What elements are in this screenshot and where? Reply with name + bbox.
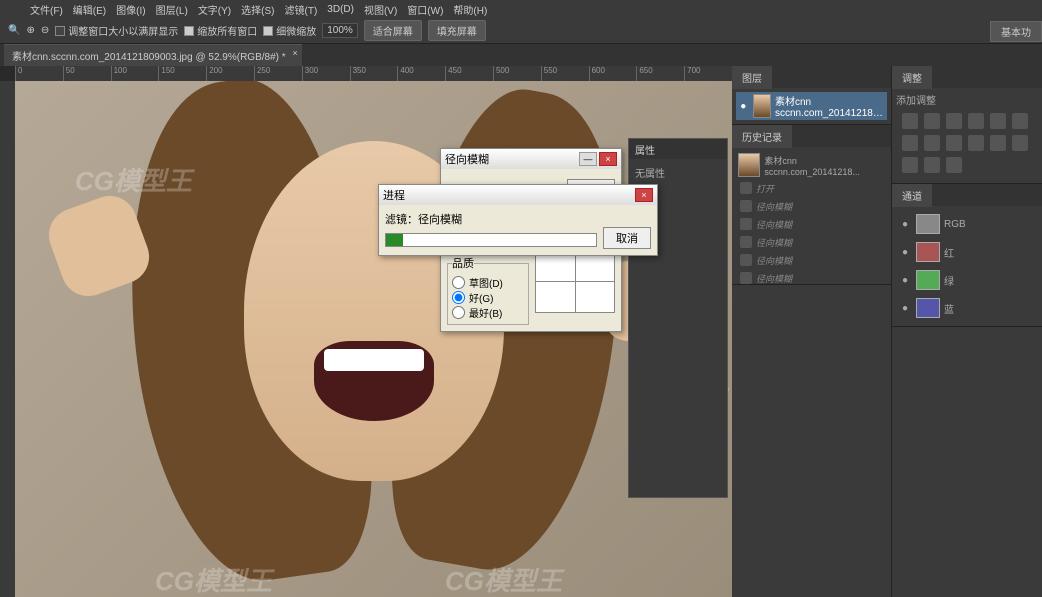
minimize-icon[interactable]: — <box>579 152 597 166</box>
progress-bar <box>385 233 597 247</box>
layer-thumbnail[interactable] <box>753 94 772 118</box>
options-bar: 🔍 ⊕ ⊖ 调整窗口大小以满屏显示 缩放所有窗口 细微缩放 100% 适合屏幕 … <box>0 18 1042 44</box>
history-panel: 历史记录 素材cnn sccnn.com_20141218... 打开 径向模糊… <box>732 125 891 285</box>
adjustments-panel: 调整 添加调整 <box>892 66 1042 184</box>
quality-draft[interactable]: 草图(D) <box>452 275 524 290</box>
menu-view[interactable]: 视图(V) <box>364 2 397 17</box>
zoom-percent[interactable]: 100% <box>322 23 358 38</box>
menu-window[interactable]: 窗口(W) <box>407 2 443 17</box>
ruler-horizontal: 0501001502002503003504004505005506006507… <box>15 66 732 81</box>
history-step[interactable]: 径向模糊 <box>736 215 887 233</box>
menu-image[interactable]: 图像(I) <box>116 2 145 17</box>
layer-row[interactable]: ● 素材cnn sccnn.com_20141218… <box>736 92 887 120</box>
exposure-icon[interactable] <box>968 113 984 129</box>
selective-color-icon[interactable] <box>946 157 962 173</box>
zoom-in-icon[interactable]: ⊕ <box>26 25 34 36</box>
quality-good[interactable]: 好(G) <box>452 290 524 305</box>
layers-panel: 图层 ● 素材cnn sccnn.com_20141218… <box>732 66 891 125</box>
history-step[interactable]: 打开 <box>736 179 887 197</box>
quality-best[interactable]: 最好(B) <box>452 305 524 320</box>
hue-icon[interactable] <box>1012 113 1028 129</box>
dialog-titlebar[interactable]: 进程 × <box>379 185 657 205</box>
progress-label: 滤镜：径向模糊 <box>385 211 651 227</box>
properties-body: 无属性 <box>629 159 727 186</box>
quality-label: 品质 <box>452 255 474 271</box>
close-icon[interactable]: × <box>599 152 617 166</box>
zoom-tool-icon[interactable]: 🔍 <box>8 25 20 36</box>
resize-window-option[interactable]: 调整窗口大小以满屏显示 <box>55 23 178 38</box>
zoom-all-windows-option[interactable]: 缩放所有窗口 <box>184 23 257 38</box>
curves-icon[interactable] <box>946 113 962 129</box>
channel-rgb[interactable]: ●RGB <box>896 210 1038 238</box>
menu-filter[interactable]: 滤镜(T) <box>285 2 318 17</box>
menu-edit[interactable]: 编辑(E) <box>73 2 106 17</box>
layer-name: 素材cnn sccnn.com_20141218… <box>775 93 885 119</box>
dialog-title: 径向模糊 <box>445 151 489 167</box>
progress-dialog: 进程 × 滤镜：径向模糊 取消 <box>378 184 658 256</box>
brightness-icon[interactable] <box>902 113 918 129</box>
tab-title: 素材cnn.sccnn.com_2014121809003.jpg @ 52.9… <box>12 52 286 63</box>
zoom-out-icon[interactable]: ⊖ <box>41 25 49 36</box>
dialog-title: 进程 <box>383 187 405 203</box>
menu-select[interactable]: 选择(S) <box>241 2 274 17</box>
workspace-selector[interactable]: 基本功 <box>990 18 1042 44</box>
blur-center-preview[interactable] <box>535 249 615 313</box>
history-step[interactable]: 径向模糊 <box>736 197 887 215</box>
vibrance-icon[interactable] <box>990 113 1006 129</box>
tab-channels[interactable]: 通道 <box>892 184 932 207</box>
menu-bar: 文件(F) 编辑(E) 图像(I) 图层(L) 文字(Y) 选择(S) 滤镜(T… <box>0 0 1042 18</box>
history-snapshot[interactable]: 素材cnn sccnn.com_20141218... <box>736 151 887 179</box>
channel-red[interactable]: ●红 <box>896 238 1038 266</box>
menu-file[interactable]: 文件(F) <box>30 2 63 17</box>
right-panels: 图层 ● 素材cnn sccnn.com_20141218… 历史记录 素材cn <box>732 66 1042 597</box>
canvas-area: 0501001502002503003504004505005506006507… <box>0 66 732 597</box>
fit-screen-button[interactable]: 适合屏幕 <box>364 20 422 41</box>
color-balance-icon[interactable] <box>902 135 918 151</box>
posterize-icon[interactable] <box>1012 135 1028 151</box>
channel-blue[interactable]: ●蓝 <box>896 294 1038 322</box>
tab-properties[interactable]: 属性 <box>629 139 727 159</box>
menu-layer[interactable]: 图层(L) <box>156 2 188 17</box>
menu-3d[interactable]: 3D(D) <box>327 4 354 15</box>
menu-text[interactable]: 文字(Y) <box>198 2 231 17</box>
snapshot-thumbnail <box>738 153 760 177</box>
history-step[interactable]: 径向模糊 <box>736 233 887 251</box>
tab-history[interactable]: 历史记录 <box>732 125 792 148</box>
menu-help[interactable]: 帮助(H) <box>453 2 487 17</box>
cancel-button[interactable]: 取消 <box>603 227 651 249</box>
photo-filter-icon[interactable] <box>946 135 962 151</box>
ruler-vertical <box>0 81 15 597</box>
invert-icon[interactable] <box>990 135 1006 151</box>
dialog-titlebar[interactable]: 径向模糊 — × <box>441 149 621 169</box>
tab-layers[interactable]: 图层 <box>732 66 772 89</box>
visibility-icon[interactable]: ● <box>738 101 749 112</box>
fill-screen-button[interactable]: 填充屏幕 <box>428 20 486 41</box>
document-tabbar: 素材cnn.sccnn.com_2014121809003.jpg @ 52.9… <box>0 44 1042 66</box>
history-step[interactable]: 径向模糊 <box>736 251 887 269</box>
document-canvas[interactable]: CG模型王 CG模型王 CG模型王 CG模型王 <box>15 81 732 597</box>
gradient-map-icon[interactable] <box>924 157 940 173</box>
tab-adjustments[interactable]: 调整 <box>892 66 932 89</box>
close-icon[interactable]: × <box>292 48 297 58</box>
adjust-label: 添加调整 <box>896 92 1038 107</box>
bw-icon[interactable] <box>924 135 940 151</box>
levels-icon[interactable] <box>924 113 940 129</box>
channels-panel: 通道 ●RGB ●红 ●绿 ●蓝 <box>892 184 1042 327</box>
threshold-icon[interactable] <box>902 157 918 173</box>
close-icon[interactable]: × <box>635 188 653 202</box>
channel-green[interactable]: ●绿 <box>896 266 1038 294</box>
scrubby-zoom-option[interactable]: 细微缩放 <box>263 23 316 38</box>
channel-mixer-icon[interactable] <box>968 135 984 151</box>
history-step[interactable]: 径向模糊 <box>736 269 887 287</box>
document-tab[interactable]: 素材cnn.sccnn.com_2014121809003.jpg @ 52.9… <box>4 44 302 66</box>
